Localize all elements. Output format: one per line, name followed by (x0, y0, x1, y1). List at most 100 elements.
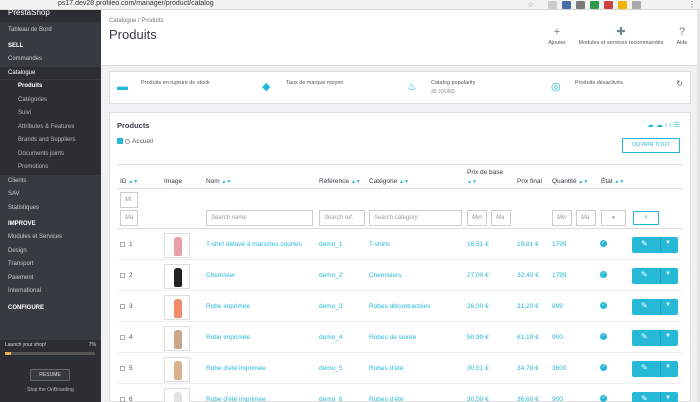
expand-all-button[interactable]: OUVRIR TOUT (622, 138, 680, 153)
caret-down-icon[interactable]: ▼ (665, 333, 671, 339)
table-row[interactable]: 6 Robe d'été imprimée demo_6 Robes d'été 30,… (117, 385, 683, 402)
row-checkbox[interactable] (120, 273, 125, 278)
sidebar-item[interactable]: Documents joints (0, 147, 101, 161)
stop-onboarding-link[interactable]: Stop the OnBoarding (0, 387, 101, 393)
col-name[interactable]: Nom ▲▼ (206, 178, 231, 185)
cell-category[interactable]: T-shirts (369, 241, 390, 248)
add-product-button[interactable]: + Ajouter (544, 26, 570, 46)
row-checkbox[interactable] (120, 366, 125, 371)
status-enabled-icon[interactable]: ✓ (600, 333, 607, 340)
price-max-input[interactable]: Ma (491, 210, 511, 226)
sidebar-item[interactable]: Tableau de Bord (0, 24, 101, 36)
cell-category[interactable]: Robes d'été (369, 365, 404, 372)
cell-base-price[interactable]: 30,51 € (467, 365, 489, 372)
tree-root-label[interactable]: Accueil (132, 138, 153, 145)
caret-down-icon[interactable]: ▼ (665, 271, 671, 277)
cell-name[interactable]: Robe d'été imprimée (206, 365, 266, 372)
status-enabled-icon[interactable]: ✓ (600, 302, 607, 309)
product-thumbnail[interactable] (164, 388, 190, 402)
sidebar-item[interactable]: International (0, 285, 101, 297)
row-checkbox[interactable] (120, 242, 125, 247)
cell-name[interactable]: T-shirt délavé à manches courtes (206, 241, 302, 248)
extension-icon[interactable] (618, 1, 627, 9)
status-enabled-icon[interactable]: ✓ (600, 364, 607, 371)
refresh-icon[interactable]: ↻ (676, 79, 683, 88)
id-max-input[interactable]: Ma (120, 210, 138, 226)
sidebar-item[interactable]: Transport (0, 258, 101, 270)
tree-checkbox-icon[interactable] (117, 138, 123, 144)
sidebar-item[interactable]: Clients (0, 175, 101, 187)
extension-icon[interactable] (632, 1, 641, 9)
extension-icon[interactable] (576, 1, 585, 9)
status-enabled-icon[interactable]: ✓ (600, 395, 607, 402)
table-row[interactable]: 4 Robe imprimée demo_4 Robes de soirée 50,99… (117, 323, 683, 353)
edit-button[interactable]: ✎ ▼ (632, 268, 678, 284)
edit-button[interactable]: ✎ ▼ (632, 361, 678, 377)
tree-radio[interactable] (125, 139, 130, 144)
caret-down-icon[interactable]: ▼ (665, 240, 671, 246)
product-thumbnail[interactable] (164, 264, 190, 289)
caret-down-icon[interactable]: ▼ (665, 395, 671, 401)
status-select[interactable]: ▾ (601, 210, 626, 226)
col-id[interactable]: ID ▲▼ (120, 178, 138, 185)
category-search-input[interactable]: Search category (369, 210, 462, 226)
sidebar-item[interactable]: Produits (0, 80, 101, 94)
bookmark-star-icon[interactable]: ☆ (527, 0, 534, 9)
sidebar-item[interactable]: Paiement (0, 272, 101, 284)
cell-name[interactable]: Chemisier (206, 272, 235, 279)
col-reference[interactable]: Référence ▲▼ (319, 178, 361, 185)
sidebar-item[interactable]: Suivi (0, 107, 101, 121)
cell-name[interactable]: Robe imprimée (206, 334, 250, 341)
caret-down-icon[interactable]: ▼ (665, 302, 671, 308)
sidebar-item[interactable]: Promotions (0, 161, 101, 175)
cell-quantity[interactable]: 899 (552, 303, 563, 310)
extension-icon[interactable] (590, 1, 599, 9)
col-final-price[interactable]: Prix final (517, 178, 542, 185)
product-thumbnail[interactable] (164, 326, 190, 351)
status-enabled-icon[interactable]: ✓ (600, 271, 607, 278)
sidebar-item[interactable]: Catégories (0, 93, 101, 107)
col-quantity[interactable]: Quantité ▲▼ (552, 178, 588, 185)
list-icon[interactable]: ☰ (674, 122, 682, 129)
price-min-input[interactable]: Min (467, 210, 487, 226)
recommended-modules-button[interactable]: ✚ Modules et services recommandés (572, 26, 670, 46)
sidebar-item[interactable]: Modules et Services (0, 231, 101, 243)
cell-final-price[interactable]: 36,60 € (517, 396, 539, 402)
extension-icon[interactable] (548, 1, 557, 9)
cell-reference[interactable]: demo_6 (319, 396, 343, 402)
col-base-price[interactable]: Prix de base ▲▼ (467, 168, 503, 187)
cell-reference[interactable]: demo_3 (319, 303, 343, 310)
browser-url-bar[interactable]: ps17.dev28.profileo.com/manager/product/… (0, 0, 700, 10)
cell-reference[interactable]: demo_4 (319, 334, 343, 341)
help-button[interactable]: ? Aide (670, 26, 694, 46)
cell-base-price[interactable]: 27,00 € (467, 272, 489, 279)
cell-base-price[interactable]: 26,00 € (467, 303, 489, 310)
qty-max-input[interactable]: Ma (576, 210, 596, 226)
product-thumbnail[interactable] (164, 233, 190, 258)
cloud-download-icon[interactable]: ☁ (656, 122, 665, 129)
caret-down-icon[interactable]: ▼ (665, 364, 671, 370)
cell-name[interactable]: Robe imprimée (206, 303, 250, 310)
row-checkbox[interactable] (120, 304, 125, 309)
category-tree[interactable]: Accueil (117, 138, 153, 145)
cloud-upload-icon[interactable]: ☁ (647, 122, 656, 129)
cell-final-price[interactable]: 19,81 € (517, 241, 539, 248)
cell-category[interactable]: Chemisiers (369, 272, 402, 279)
edit-button[interactable]: ✎ ▼ (632, 237, 678, 253)
cell-category[interactable]: Robes décontractées (369, 303, 430, 310)
sidebar-item[interactable]: Commandes (0, 53, 101, 65)
cell-quantity[interactable]: 1799 (552, 272, 566, 279)
cell-final-price[interactable]: 31,20 € (517, 303, 539, 310)
row-checkbox[interactable] (120, 335, 125, 340)
row-checkbox[interactable] (120, 397, 125, 402)
resume-button[interactable]: RESUME (30, 369, 70, 381)
sidebar-item[interactable]: Attributes & Features (0, 120, 101, 134)
cell-quantity[interactable]: 1799 (552, 241, 566, 248)
cell-base-price[interactable]: 30,50 € (467, 396, 489, 402)
name-search-input[interactable]: Search name (206, 210, 313, 226)
table-row[interactable]: 2 Chemisier demo_2 Chemisiers 27,00 € 32,40 €… (117, 261, 683, 291)
cell-reference[interactable]: demo_5 (319, 365, 343, 372)
cell-reference[interactable]: demo_2 (319, 272, 343, 279)
sidebar-item[interactable]: SAV (0, 188, 101, 200)
cell-category[interactable]: Robes d'été (369, 396, 404, 402)
